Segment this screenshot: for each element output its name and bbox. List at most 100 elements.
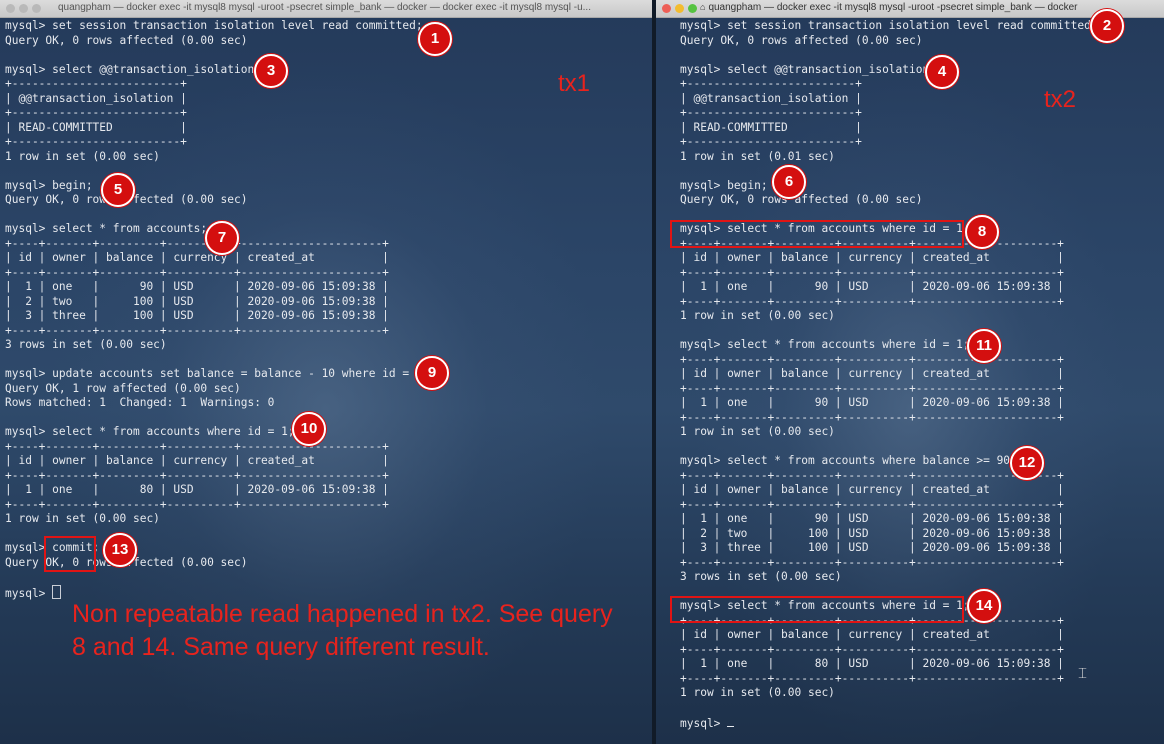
terminal-line: +-------------------------+ <box>5 106 187 119</box>
step-badge-8: 8 <box>965 215 999 249</box>
step-badge-12: 12 <box>1010 446 1044 480</box>
query-8-highlight <box>670 220 964 248</box>
zoom-button[interactable] <box>688 4 697 13</box>
terminal-line: +----+-------+---------+----------+-----… <box>680 497 1064 511</box>
terminal-cursor <box>52 584 62 599</box>
step-badge-6: 6 <box>772 165 806 199</box>
terminal-line: | 3 | three | 100 | USD | 2020-09-06 15:… <box>5 309 389 322</box>
terminal-line: +----+-------+---------+----------+-----… <box>5 497 389 511</box>
terminal-line: mysql> select * from accounts where id =… <box>680 338 970 351</box>
text-cursor-icon: ⌶ <box>1078 664 1088 682</box>
terminal-line: | READ-COMMITTED | <box>680 120 862 134</box>
terminal-line: 3 rows in set (0.00 sec) <box>5 338 167 351</box>
terminal-line: +-------------------------+ <box>5 77 187 90</box>
title-bar: ⌂ quangpham — docker exec -it mysql8 mysq… <box>656 0 1164 18</box>
close-button[interactable] <box>662 4 671 13</box>
terminal-line: +-------------------------+ <box>680 106 862 119</box>
terminal-line: | 2 | two | 100 | USD | 2020-09-06 15:09… <box>5 294 389 308</box>
commit-highlight <box>44 536 96 572</box>
window-title: ⌂ quangpham — docker exec -it mysql8 mysq… <box>700 2 1077 13</box>
terminal-line: +----+-------+---------+----------+-----… <box>680 642 1064 656</box>
terminal-line: +----+-------+---------+----------+-----… <box>5 439 389 453</box>
terminal-line: Query OK, 1 row affected (0.00 sec) <box>5 381 241 395</box>
terminal-cursor <box>727 715 735 727</box>
terminal-line: | READ-COMMITTED | <box>5 120 187 134</box>
terminal-line: | 1 | one | 90 | USD | 2020-09-06 15:09:… <box>680 280 1064 293</box>
terminal-line: 1 row in set (0.00 sec) <box>5 149 160 163</box>
terminal-line: +----+-------+---------+----------+-----… <box>5 468 389 482</box>
minimize-button[interactable] <box>19 4 28 13</box>
terminal-line: mysql> select @@transaction_isolation; <box>5 62 261 76</box>
terminal-output[interactable]: mysql> set session transaction isolation… <box>680 19 1164 744</box>
terminal-line: | id | owner | balance | currency | crea… <box>5 251 389 264</box>
step-badge-3: 3 <box>254 54 288 88</box>
terminal-line: | 1 | one | 90 | USD | 2020-09-06 15:09:… <box>5 280 389 293</box>
close-button[interactable] <box>6 4 15 13</box>
terminal-line: | 1 | one | 80 | USD | 2020-09-06 15:09:… <box>680 657 1064 670</box>
terminal-line: mysql> update accounts set balance = bal… <box>5 367 430 380</box>
terminal-line: Rows matched: 1 Changed: 1 Warnings: 0 <box>5 396 275 409</box>
terminal-line: +----+-------+---------+----------+-----… <box>5 323 389 337</box>
terminal-line: +----+-------+---------+----------+-----… <box>680 555 1064 569</box>
step-badge-5: 5 <box>101 173 135 207</box>
terminal-line: +----+-------+---------+----------+-----… <box>680 265 1064 279</box>
terminal-line: +----+-------+---------+----------+-----… <box>680 468 1064 482</box>
terminal-line: 3 rows in set (0.00 sec) <box>680 570 842 583</box>
terminal-line: mysql> select @@transaction_isolation; <box>680 62 936 76</box>
terminal-line: | id | owner | balance | currency | crea… <box>680 628 1064 641</box>
terminal-line: mysql> select * from accounts; <box>5 222 208 235</box>
step-badge-10: 10 <box>292 412 326 446</box>
terminal-line: | 3 | three | 100 | USD | 2020-09-06 15:… <box>680 541 1064 554</box>
minimize-button[interactable] <box>675 4 684 13</box>
terminal-line: 1 row in set (0.00 sec) <box>680 425 835 438</box>
terminal-line: | 1 | one | 80 | USD | 2020-09-06 15:09:… <box>5 483 389 496</box>
terminal-line: | id | owner | balance | currency | crea… <box>680 251 1064 264</box>
step-badge-14: 14 <box>967 589 1001 623</box>
step-badge-13: 13 <box>103 533 137 567</box>
step-badge-7: 7 <box>205 221 239 255</box>
terminal-line: | id | owner | balance | currency | crea… <box>5 454 389 467</box>
prompt-text: mysql> <box>680 717 728 730</box>
title-bar: quangpham — docker exec -it mysql8 mysql… <box>0 0 652 18</box>
step-badge-2: 2 <box>1090 9 1124 43</box>
terminal-line: | id | owner | balance | currency | crea… <box>680 483 1064 496</box>
terminal-line: mysql> select * from accounts where id =… <box>5 425 295 438</box>
tx2-label: tx2 <box>1044 86 1077 113</box>
zoom-button[interactable] <box>32 4 41 13</box>
step-badge-1: 1 <box>418 22 452 56</box>
terminal-line: Query OK, 0 rows affected (0.00 sec) <box>5 555 248 569</box>
terminal-line: | 1 | one | 90 | USD | 2020-09-06 15:09:… <box>680 512 1064 525</box>
window-title: quangpham — docker exec -it mysql8 mysql… <box>58 2 591 13</box>
terminal-window-tx2[interactable]: ⌂ quangpham — docker exec -it mysql8 mysq… <box>656 0 1164 744</box>
terminal-line: mysql> begin; <box>680 178 768 192</box>
window-title-text: quangpham — docker exec -it mysql8 mysql… <box>708 2 1078 13</box>
prompt-text: mysql> <box>5 586 53 600</box>
terminal-line: +----+-------+---------+----------+-----… <box>680 410 1064 424</box>
terminal-line: | id | owner | balance | currency | crea… <box>680 367 1064 380</box>
terminal-line: +----+-------+---------+----------+-----… <box>680 381 1064 395</box>
prompt-line[interactable]: mysql> <box>680 715 1164 732</box>
terminal-line: +-------------------------+ <box>5 135 187 148</box>
terminal-line: Query OK, 0 rows affected (0.00 sec) <box>5 33 248 47</box>
terminal-line: +-------------------------+ <box>680 135 862 148</box>
home-folder-icon: ⌂ <box>700 2 706 12</box>
terminal-line: mysql> select * from accounts where bala… <box>680 454 1017 467</box>
annotation-note: Non repeatable read happened in tx2. See… <box>72 600 613 661</box>
terminal-line: Query OK, 0 rows affected (0.00 sec) <box>680 193 923 206</box>
query-14-highlight <box>670 596 964 623</box>
terminal-line: +----+-------+---------+----------+-----… <box>5 236 389 250</box>
terminal-line: +----+-------+---------+----------+-----… <box>680 671 1064 685</box>
terminal-line: 1 row in set (0.01 sec) <box>680 149 835 163</box>
terminal-line: +----+-------+---------+----------+-----… <box>680 294 1064 308</box>
terminal-line: | 2 | two | 100 | USD | 2020-09-06 15:09… <box>680 526 1064 540</box>
